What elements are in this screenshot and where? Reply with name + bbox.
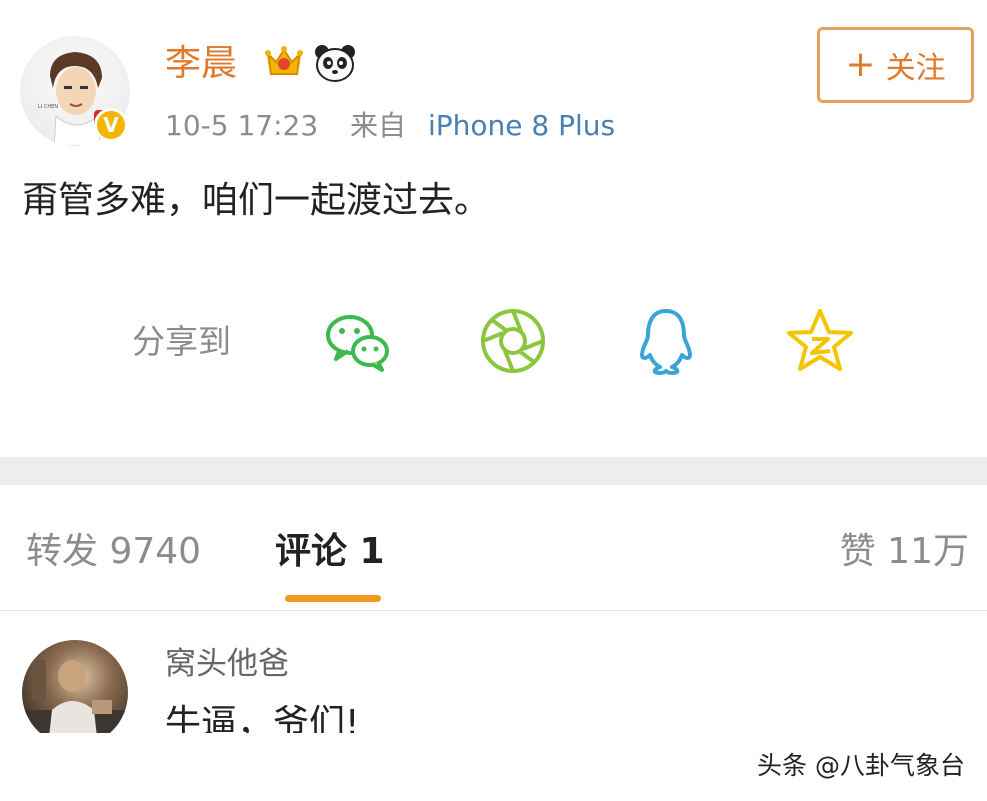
verified-badge-icon: V <box>94 108 128 142</box>
post-device-link[interactable]: iPhone 8 Plus <box>428 106 615 146</box>
plus-icon: + <box>845 44 876 85</box>
commenter-username[interactable]: 窝头他爸 <box>165 642 289 686</box>
follow-button-label: 关注 <box>885 51 946 86</box>
tab-repost[interactable]: 转发 9740 <box>26 527 201 577</box>
panda-icon <box>315 45 355 82</box>
poster-username[interactable]: 李晨 <box>165 36 237 92</box>
qq-icon[interactable] <box>630 305 702 377</box>
post-source-label: 来自 <box>350 109 407 142</box>
follow-button[interactable]: + 关注 <box>817 27 974 103</box>
qzone-icon[interactable] <box>784 305 856 377</box>
wechat-icon[interactable] <box>322 305 394 377</box>
svg-text:LI CHEN: LI CHEN <box>38 104 58 110</box>
post-timestamp: 10-5 17:23 <box>165 109 319 142</box>
moments-icon[interactable] <box>477 305 549 377</box>
tab-like[interactable]: 赞 11万 <box>840 527 969 577</box>
tab-comment[interactable]: 评论 1 <box>275 527 385 577</box>
tab-divider <box>0 610 987 611</box>
commenter-avatar[interactable] <box>22 640 128 746</box>
share-label: 分享到 <box>132 322 231 361</box>
section-separator <box>0 457 987 485</box>
crown-icon <box>265 46 303 75</box>
active-tab-indicator <box>285 595 381 602</box>
commenter-photo <box>22 660 128 746</box>
post-text: 甭管多难，咱们一起渡过去。 <box>22 180 491 221</box>
watermark: 头条 @八卦气象台 <box>757 751 965 780</box>
